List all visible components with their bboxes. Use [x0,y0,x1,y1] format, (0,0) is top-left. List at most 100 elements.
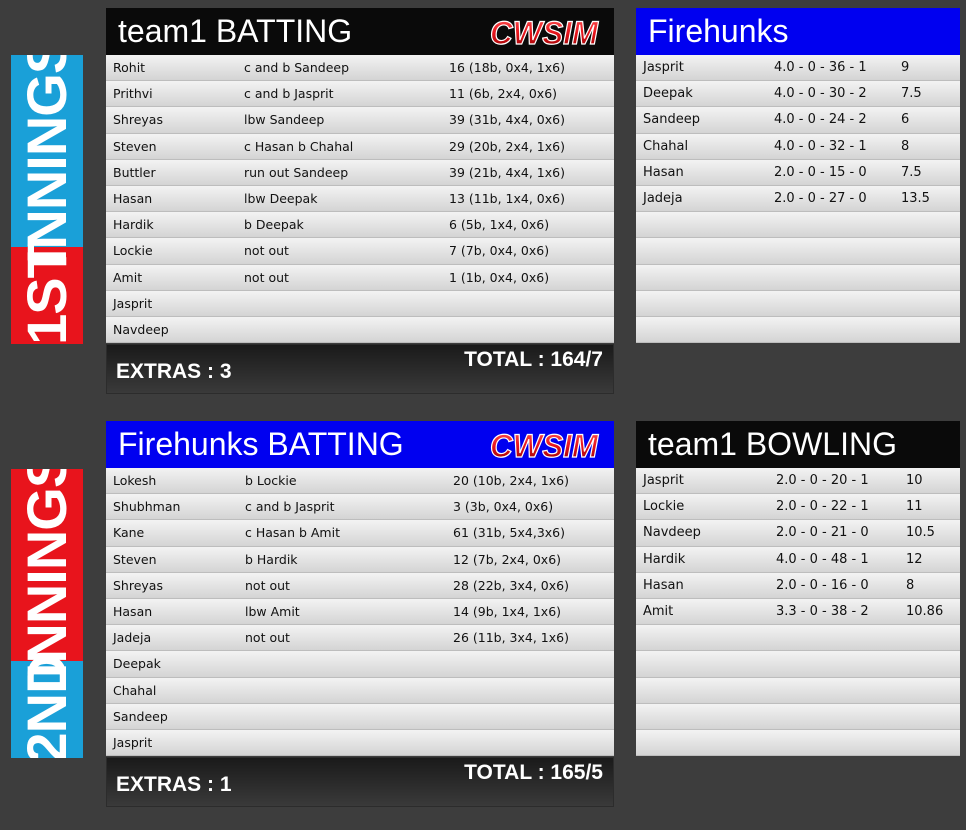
table-row: Shreyas not out 28 (22b, 3x4, 0x6) [106,572,614,599]
table-row [636,677,960,704]
batter-name: Hasan [113,603,153,619]
batter-score: 11 (6b, 2x4, 0x6) [449,86,558,102]
bowler-economy: 12 [906,551,923,567]
bowler-figures: 2.0 - 0 - 21 - 0 [776,525,869,541]
dismissal: lbw Sandeep [244,112,325,128]
innings2-batting-title: Firehunks BATTING [118,426,404,462]
batter-name: Jadeja [113,630,152,646]
bowler-economy: 9 [901,60,910,75]
batter-name: Lockie [113,243,153,259]
table-row: Navdeep 2.0 - 0 - 21 - 0 10.5 [636,520,960,547]
extras-label: EXTRAS : 3 [116,360,232,383]
table-row [636,703,960,730]
innings1-batting-footer: EXTRAS : 3 TOTAL : 164/7 [106,344,614,394]
batter-name: Steven [113,551,157,567]
innings2-bowling-rows: Jasprit 2.0 - 0 - 20 - 1 10 Lockie 2.0 - 0 … [636,468,960,757]
innings1-batting-title: team1 BATTING [118,13,353,49]
batter-name: Sandeep [113,708,168,724]
table-row: Hardik 4.0 - 0 - 48 - 1 12 [636,546,960,573]
bowler-economy: 8 [906,577,915,593]
total-label: TOTAL : 164/7 [464,348,603,371]
batter-name: Kane [113,525,145,541]
batter-score: 39 (21b, 4x4, 1x6) [449,164,565,180]
table-row [636,729,960,757]
bowler-name: Chahal [643,138,689,154]
bowler-name: Hardik [643,551,686,567]
batter-score: 13 (11b, 1x4, 0x6) [449,190,565,206]
batter-score: 29 (20b, 2x4, 1x6) [449,138,565,154]
table-row: Lokesh b Lockie 20 (10b, 2x4, 1x6) [106,468,614,495]
bowler-figures: 4.0 - 0 - 48 - 1 [776,551,869,567]
dismissal: b Hardik [245,551,298,567]
table-row: Jasprit 4.0 - 0 - 36 - 1 9 [636,55,960,82]
bowler-economy: 7.5 [901,164,922,180]
table-row [636,651,960,678]
bowler-figures: 2.0 - 0 - 20 - 1 [776,473,869,488]
table-row: Hasan lbw Deepak 13 (11b, 1x4, 0x6) [106,185,614,213]
bowler-figures: 4.0 - 0 - 32 - 1 [774,138,867,154]
table-row: Jasprit [106,290,614,317]
table-row: Jasprit 2.0 - 0 - 20 - 1 10 [636,468,960,495]
bowler-figures: 2.0 - 0 - 16 - 0 [776,577,869,593]
innings1-bowling-panel: Firehunks Jasprit 4.0 - 0 - 36 - 1 9 Deepa… [636,8,960,344]
batter-score: 39 (31b, 4x4, 0x6) [449,112,565,128]
bowler-figures: 3.3 - 0 - 38 - 2 [776,603,869,619]
innings1-bowling-title: Firehunks [648,13,789,49]
bowler-economy: 11 [906,499,923,515]
dismissal: lbw Deepak [244,190,318,206]
bowler-figures: 2.0 - 0 - 27 - 0 [774,190,867,206]
innings1-label-word: INNINGS [15,55,78,265]
innings2-batting-footer: EXTRAS : 1 TOTAL : 165/5 [106,757,614,807]
batter-score: 20 (10b, 2x4, 1x6) [453,473,569,488]
batter-name: Rohit [113,60,146,75]
table-row: Hasan lbw Amit 14 (9b, 1x4, 1x6) [106,598,614,626]
innings1-bowling-header: Firehunks [636,8,960,55]
dismissal: c Hasan b Chahal [244,138,354,154]
cwsim-logo: CWSIM [488,14,600,50]
table-row [636,290,960,317]
innings1-batting-panel: team1 BATTING CWSIM Rohit c and b Sandeep… [106,8,614,394]
bowler-economy: 10.5 [906,525,935,541]
table-row: Jasprit [106,729,614,757]
dismissal: c Hasan b Amit [245,525,340,541]
batter-score: 6 (5b, 1x4, 0x6) [449,217,550,233]
batter-score: 26 (11b, 3x4, 1x6) [453,630,569,646]
bowler-economy: 10 [906,473,923,488]
dismissal: b Lockie [245,473,297,488]
table-row: Lockie 2.0 - 0 - 22 - 1 11 [636,494,960,521]
batter-score: 7 (7b, 0x4, 0x6) [449,243,550,259]
bowler-figures: 2.0 - 0 - 22 - 1 [776,499,869,515]
bowler-figures: 4.0 - 0 - 30 - 2 [774,86,867,102]
batter-name: Prithvi [113,86,153,102]
bowler-name: Deepak [643,86,693,102]
innings2-bowling-panel: team1 BOWLING Jasprit 2.0 - 0 - 20 - 1 10 … [636,421,960,757]
batter-name: Jasprit [113,295,153,311]
batter-score: 61 (31b, 5x4,3x6) [453,525,565,541]
batter-name: Amit [113,269,143,285]
table-row: Jadeja not out 26 (11b, 3x4, 1x6) [106,625,614,652]
batter-score: 12 (7b, 2x4, 0x6) [453,551,562,567]
innings2-bowling-header: team1 BOWLING [636,421,960,468]
batter-name: Steven [113,138,157,154]
bowler-figures: 4.0 - 0 - 24 - 2 [774,112,867,128]
batter-score: 3 (3b, 0x4, 0x6) [453,499,554,515]
table-row [636,316,960,344]
innings1-bowling-rows: Jasprit 4.0 - 0 - 36 - 1 9 Deepak 4.0 - 0 -… [636,55,960,344]
batter-name: Hasan [113,190,153,206]
table-row: Chahal [106,677,614,704]
innings2-batting-header: Firehunks BATTING CWSIM [106,421,614,468]
batter-name: Deepak [113,656,161,672]
batter-name: Shreyas [113,112,163,128]
batter-score: 1 (1b, 0x4, 0x6) [449,269,550,285]
table-row: Lockie not out 7 (7b, 0x4, 0x6) [106,238,614,265]
table-row: Kane c Hasan b Amit 61 (31b, 5x4,3x6) [106,520,614,547]
table-row [636,212,960,239]
table-row: Buttler run out Sandeep 39 (21b, 4x4, 1x6) [106,159,614,186]
bowler-name: Hasan [643,164,684,180]
innings1-batting-header: team1 BATTING CWSIM [106,8,614,55]
innings2-label-word: INNINGS [15,469,78,679]
innings2-bowling-title: team1 BOWLING [648,426,897,462]
table-row: Hardik b Deepak 6 (5b, 1x4, 0x6) [106,212,614,239]
bowler-economy: 6 [901,112,910,128]
table-row: Shubhman c and b Jasprit 3 (3b, 0x4, 0x6) [106,494,614,521]
